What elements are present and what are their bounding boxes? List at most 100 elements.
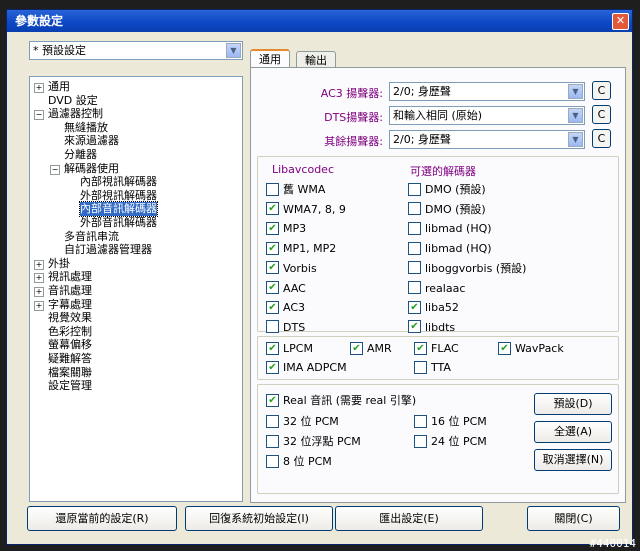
libavcodec-checkbox[interactable]: ✔ MP3 xyxy=(266,221,306,236)
tree-item[interactable]: 無縫播放 xyxy=(64,121,108,135)
checkbox-unchecked-icon[interactable] xyxy=(408,241,421,255)
checkbox-checked-icon[interactable]: ✔ xyxy=(408,300,421,314)
tree-item[interactable]: 螢幕偏移 xyxy=(48,338,92,352)
tree-item[interactable]: 音訊處理 xyxy=(48,284,92,298)
optional-decoder-checkbox[interactable]: realaac xyxy=(408,281,465,296)
expand-icon[interactable]: + xyxy=(34,259,44,270)
chevron-down-icon[interactable]: ▼ xyxy=(568,108,583,123)
lossless-format-checkbox[interactable]: TTA xyxy=(414,360,451,375)
lossless-format-checkbox[interactable]: ✔ IMA ADPCM xyxy=(266,360,347,375)
default-button[interactable]: 預設(D) xyxy=(534,393,612,415)
tree-item[interactable]: 多音訊串流 xyxy=(64,230,119,244)
checkbox-unchecked-icon[interactable] xyxy=(408,281,421,294)
dts-config-button[interactable]: C xyxy=(592,105,611,124)
checkbox-checked-icon[interactable]: ✔ xyxy=(266,281,279,294)
expand-icon[interactable]: + xyxy=(34,300,44,311)
checkbox-checked-icon[interactable]: ✔ xyxy=(414,341,427,355)
lossless-format-checkbox[interactable]: ✔ LPCM xyxy=(266,341,313,356)
pcm-format-checkbox[interactable]: 32 位 PCM xyxy=(266,414,339,429)
checkbox-checked-icon[interactable]: ✔ xyxy=(498,341,511,355)
checkbox-unchecked-icon[interactable] xyxy=(408,261,421,275)
checkbox-checked-icon[interactable]: ✔ xyxy=(266,360,279,374)
checkbox-unchecked-icon[interactable] xyxy=(408,202,421,216)
tree-item[interactable]: 通用 xyxy=(48,80,70,94)
tree-item[interactable]: 過濾器控制 xyxy=(48,107,103,121)
export-settings-button[interactable]: 匯出設定(E) xyxy=(335,506,483,531)
optional-decoder-checkbox[interactable]: libmad (HQ) xyxy=(408,221,492,236)
collapse-icon[interactable]: − xyxy=(34,110,44,121)
restore-current-button[interactable]: 還原當前的設定(R) xyxy=(27,506,177,531)
pcm-format-checkbox[interactable]: 24 位 PCM xyxy=(414,434,487,449)
optional-decoder-checkbox[interactable]: DMO (預設) xyxy=(408,202,486,217)
close-button[interactable]: 關閉(C) xyxy=(527,506,620,531)
libavcodec-checkbox[interactable]: ✔ Vorbis xyxy=(266,261,317,276)
checkbox-checked-icon[interactable]: ✔ xyxy=(266,241,279,255)
checkbox-unchecked-icon[interactable] xyxy=(266,414,279,428)
ac3-config-button[interactable]: C xyxy=(592,81,611,100)
checkbox-checked-icon[interactable]: ✔ xyxy=(350,341,363,355)
checkbox-unchecked-icon[interactable] xyxy=(266,434,279,448)
tree-item[interactable]: 疑難解答 xyxy=(48,352,92,366)
checkbox-checked-icon[interactable]: ✔ xyxy=(266,202,279,216)
reset-defaults-button[interactable]: 回復系統初始設定(I) xyxy=(185,506,333,531)
optional-decoder-checkbox[interactable]: DMO (預設) xyxy=(408,182,486,197)
tree-item[interactable]: 外部視訊解碼器 xyxy=(80,189,157,203)
libavcodec-checkbox[interactable]: ✔ AC3 xyxy=(266,300,305,315)
chevron-down-icon[interactable]: ▼ xyxy=(568,132,583,147)
tree-item[interactable]: 檔案關聯 xyxy=(48,366,92,380)
tree-item[interactable]: 視訊處理 xyxy=(48,270,92,284)
preset-select[interactable]: * 預設設定 ▼ xyxy=(29,41,243,60)
checkbox-checked-icon[interactable]: ✔ xyxy=(266,221,279,235)
collapse-icon[interactable]: − xyxy=(50,164,60,175)
real-audio-checkbox[interactable]: ✔ Real 音訊 (需要 real 引擎) xyxy=(266,393,416,408)
optional-decoder-checkbox[interactable]: ✔ libdts xyxy=(408,320,455,335)
checkbox-unchecked-icon[interactable] xyxy=(414,414,427,428)
tree-item[interactable]: 視覺效果 xyxy=(48,311,92,325)
tree-item[interactable]: 字幕處理 xyxy=(48,298,92,312)
close-icon[interactable]: ✕ xyxy=(612,13,629,30)
other-config-button[interactable]: C xyxy=(592,129,611,148)
lossless-format-checkbox[interactable]: ✔ FLAC xyxy=(414,341,459,356)
tree-item[interactable]: 解碼器使用 xyxy=(64,162,119,176)
pcm-format-checkbox[interactable]: 32 位浮點 PCM xyxy=(266,434,361,449)
dts-speaker-select[interactable]: 和輸入相同 (原始) ▼ xyxy=(389,106,585,125)
chevron-down-icon[interactable]: ▼ xyxy=(226,43,241,58)
tree-item[interactable]: 外掛 xyxy=(48,257,70,271)
tree-item[interactable]: DVD 設定 xyxy=(48,94,98,108)
optional-decoder-checkbox[interactable]: ✔ liba52 xyxy=(408,300,459,315)
checkbox-checked-icon[interactable]: ✔ xyxy=(266,341,279,355)
libavcodec-checkbox[interactable]: 舊 WMA xyxy=(266,182,325,197)
tree-item[interactable]: 內部音訊解碼器 xyxy=(79,201,158,218)
checkbox-unchecked-icon[interactable] xyxy=(414,434,427,448)
checkbox-unchecked-icon[interactable] xyxy=(266,182,279,196)
expand-icon[interactable]: + xyxy=(34,273,44,284)
tree-item[interactable]: 設定管理 xyxy=(48,379,92,393)
checkbox-checked-icon[interactable]: ✔ xyxy=(266,393,279,407)
tree-item[interactable]: 內部視訊解碼器 xyxy=(80,175,157,189)
tree-item[interactable]: 自訂過濾器管理器 xyxy=(64,243,152,257)
libavcodec-checkbox[interactable]: ✔ WMA7, 8, 9 xyxy=(266,202,346,217)
checkbox-unchecked-icon[interactable] xyxy=(414,360,427,374)
libavcodec-checkbox[interactable]: DTS xyxy=(266,320,305,335)
ac3-speaker-select[interactable]: 2/0; 身歷聲 ▼ xyxy=(389,82,585,101)
tree-item[interactable]: 來源過濾器 xyxy=(64,134,119,148)
libavcodec-checkbox[interactable]: ✔ MP1, MP2 xyxy=(266,241,336,256)
checkbox-checked-icon[interactable]: ✔ xyxy=(266,300,279,314)
expand-icon[interactable]: + xyxy=(34,287,44,297)
tree-item[interactable]: 色彩控制 xyxy=(48,325,92,339)
optional-decoder-checkbox[interactable]: libmad (HQ) xyxy=(408,241,492,256)
checkbox-unchecked-icon[interactable] xyxy=(266,320,279,334)
checkbox-unchecked-icon[interactable] xyxy=(408,221,421,235)
tree-item[interactable]: 分離器 xyxy=(64,148,97,162)
tree-item[interactable]: 外部音訊解碼器 xyxy=(80,216,157,230)
optional-decoder-checkbox[interactable]: liboggvorbis (預設) xyxy=(408,261,526,276)
select-all-button[interactable]: 全選(A) xyxy=(534,421,612,443)
pcm-format-checkbox[interactable]: 8 位 PCM xyxy=(266,454,332,469)
checkbox-checked-icon[interactable]: ✔ xyxy=(266,261,279,275)
libavcodec-checkbox[interactable]: ✔ AAC xyxy=(266,281,306,296)
checkbox-unchecked-icon[interactable] xyxy=(408,182,421,196)
other-speaker-select[interactable]: 2/0; 身歷聲 ▼ xyxy=(389,130,585,149)
checkbox-unchecked-icon[interactable] xyxy=(266,454,279,468)
tab-output[interactable]: 輸出 xyxy=(296,51,336,68)
lossless-format-checkbox[interactable]: ✔ AMR xyxy=(350,341,392,356)
